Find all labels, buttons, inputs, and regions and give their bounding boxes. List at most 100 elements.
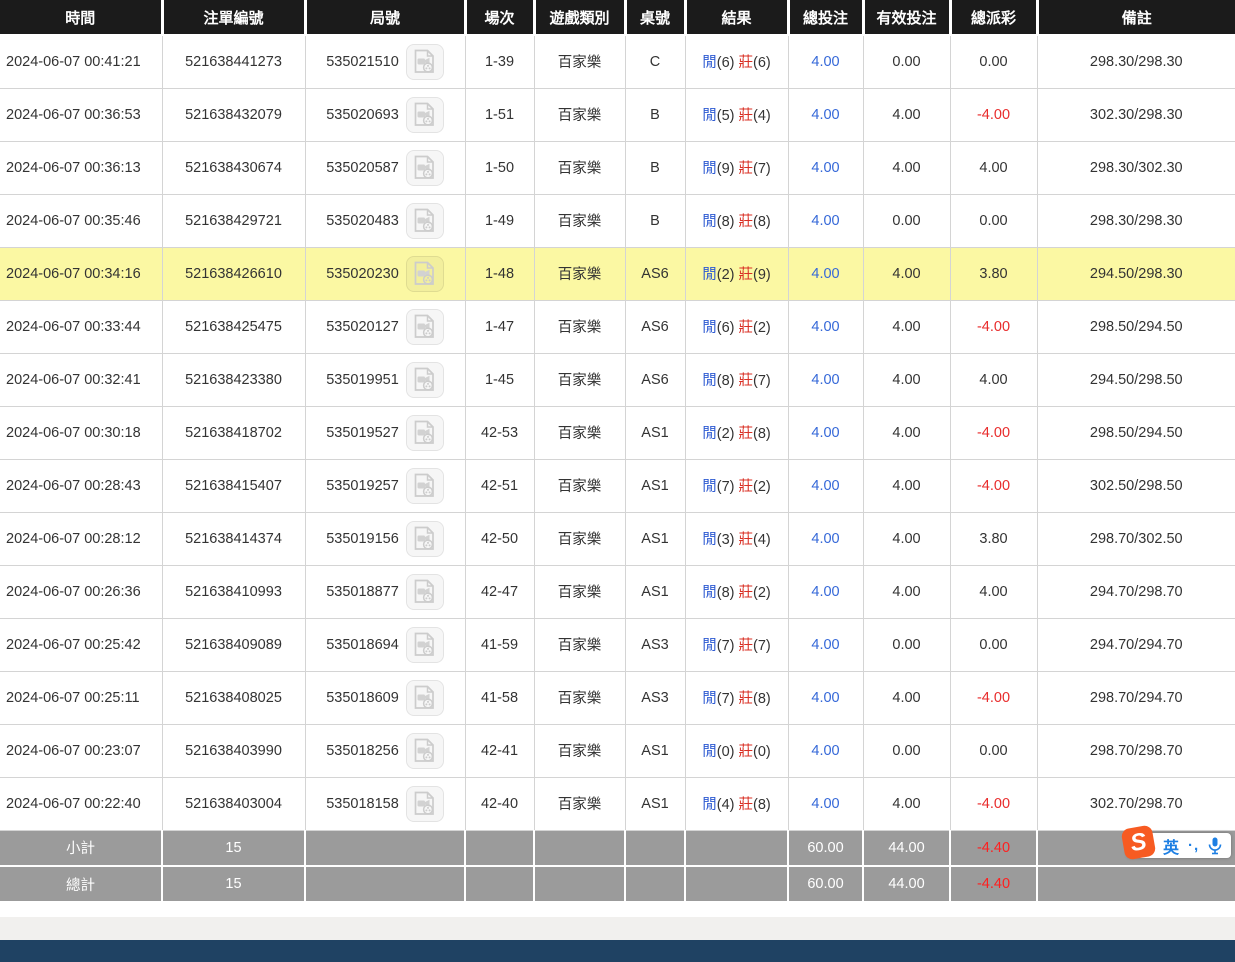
cell-table-no: AS3 bbox=[625, 671, 685, 724]
cell-order-no: 521638430674 bbox=[162, 141, 305, 194]
cell-session: 42-47 bbox=[465, 565, 534, 618]
cell-total-bet: 4.00 bbox=[788, 459, 863, 512]
cell-time: 2024-06-07 00:25:11 bbox=[0, 671, 162, 724]
cell-total-payout: 4.00 bbox=[950, 141, 1037, 194]
player-score: (7) bbox=[717, 638, 735, 654]
cell-result: 閒(5) 莊(4) bbox=[685, 88, 788, 141]
banker-score: (7) bbox=[753, 373, 771, 389]
total-bet-link[interactable]: 4.00 bbox=[811, 690, 839, 706]
player-score: (7) bbox=[717, 691, 735, 707]
cell-total-payout: 4.00 bbox=[950, 353, 1037, 406]
cell-game-type: 百家樂 bbox=[534, 565, 625, 618]
banker-score: (8) bbox=[753, 214, 771, 230]
total-bet-link[interactable]: 4.00 bbox=[811, 584, 839, 600]
banker-label: 莊 bbox=[739, 320, 754, 336]
total-bet-link[interactable]: 4.00 bbox=[811, 213, 839, 229]
banker-label: 莊 bbox=[739, 532, 754, 548]
video-replay-button[interactable] bbox=[406, 150, 444, 186]
microphone-icon[interactable] bbox=[1208, 837, 1222, 855]
cell-round-no: 535020693 bbox=[305, 88, 465, 141]
round-no-text: 535019527 bbox=[326, 425, 399, 441]
cell-game-type: 百家樂 bbox=[534, 724, 625, 777]
cell-table-no: B bbox=[625, 194, 685, 247]
round-no-wrap: 535018158 bbox=[306, 786, 465, 822]
video-replay-button[interactable] bbox=[406, 97, 444, 133]
cell-time: 2024-06-07 00:36:53 bbox=[0, 88, 162, 141]
cell-valid-bet: 4.00 bbox=[863, 141, 950, 194]
player-label: 閒 bbox=[702, 585, 717, 601]
cell-session: 1-39 bbox=[465, 35, 534, 88]
cell-remark: 302.50/298.50 bbox=[1037, 459, 1235, 512]
total-bet-link[interactable]: 4.00 bbox=[811, 54, 839, 70]
ime-punctuation-toggle[interactable]: ·, bbox=[1188, 837, 1199, 854]
video-replay-button[interactable] bbox=[406, 574, 444, 610]
cell-session: 1-47 bbox=[465, 300, 534, 353]
cell-time: 2024-06-07 00:35:46 bbox=[0, 194, 162, 247]
video-replay-button[interactable] bbox=[406, 362, 444, 398]
cell-game-type: 百家樂 bbox=[534, 88, 625, 141]
video-replay-button[interactable] bbox=[406, 203, 444, 239]
cell-table-no: AS1 bbox=[625, 724, 685, 777]
bet-row: 2024-06-07 00:35:46521638429721535020483… bbox=[0, 194, 1235, 247]
bet-row: 2024-06-07 00:23:07521638403990535018256… bbox=[0, 724, 1235, 777]
total-bet-link[interactable]: 4.00 bbox=[811, 107, 839, 123]
cell-valid-bet: 4.00 bbox=[863, 777, 950, 830]
ime-language-toggle[interactable]: 英 bbox=[1163, 834, 1179, 858]
cell-total-bet: 4.00 bbox=[788, 406, 863, 459]
cell-table-no: B bbox=[625, 88, 685, 141]
cell-total-bet: 4.00 bbox=[788, 565, 863, 618]
cell-order-no: 521638423380 bbox=[162, 353, 305, 406]
footer-total-payout: -4.40 bbox=[950, 830, 1037, 866]
cell-result: 閒(4) 莊(8) bbox=[685, 777, 788, 830]
player-label: 閒 bbox=[702, 691, 717, 707]
ime-toolbar[interactable]: S 英 ·, bbox=[1127, 833, 1231, 858]
cell-result: 閒(7) 莊(2) bbox=[685, 459, 788, 512]
footer-empty-round bbox=[305, 866, 465, 902]
total-bet-link[interactable]: 4.00 bbox=[811, 425, 839, 441]
total-bet-link[interactable]: 4.00 bbox=[811, 796, 839, 812]
cell-total-payout: 0.00 bbox=[950, 724, 1037, 777]
cell-result: 閒(8) 莊(7) bbox=[685, 353, 788, 406]
bet-row: 2024-06-07 00:32:41521638423380535019951… bbox=[0, 353, 1235, 406]
video-replay-button[interactable] bbox=[406, 309, 444, 345]
video-replay-button[interactable] bbox=[406, 44, 444, 80]
table-header-row: 時間注單編號局號場次遊戲類別桌號結果總投注有效投注總派彩備註 bbox=[0, 0, 1235, 35]
cell-total-payout: 3.80 bbox=[950, 247, 1037, 300]
video-replay-button[interactable] bbox=[406, 415, 444, 451]
video-replay-icon bbox=[413, 420, 436, 445]
video-replay-button[interactable] bbox=[406, 256, 444, 292]
video-replay-button[interactable] bbox=[406, 786, 444, 822]
video-replay-button[interactable] bbox=[406, 468, 444, 504]
sogou-logo-icon[interactable]: S bbox=[1121, 825, 1157, 861]
video-replay-button[interactable] bbox=[406, 521, 444, 557]
footer-empty-table-no bbox=[625, 830, 685, 866]
total-bet-link[interactable]: 4.00 bbox=[811, 478, 839, 494]
bet-row: 2024-06-07 00:30:18521638418702535019527… bbox=[0, 406, 1235, 459]
player-label: 閒 bbox=[702, 55, 717, 71]
bet-row: 2024-06-07 00:25:42521638409089535018694… bbox=[0, 618, 1235, 671]
total-bet-link[interactable]: 4.00 bbox=[811, 637, 839, 653]
banker-score: (2) bbox=[753, 585, 771, 601]
round-no-wrap: 535019527 bbox=[306, 415, 465, 451]
total-bet-link[interactable]: 4.00 bbox=[811, 531, 839, 547]
column-header-total_payout: 總派彩 bbox=[950, 0, 1037, 35]
round-no-wrap: 535018877 bbox=[306, 574, 465, 610]
video-replay-button[interactable] bbox=[406, 627, 444, 663]
cell-total-payout: 0.00 bbox=[950, 35, 1037, 88]
cell-total-payout: -4.00 bbox=[950, 459, 1037, 512]
total-bet-link[interactable]: 4.00 bbox=[811, 743, 839, 759]
total-bet-link[interactable]: 4.00 bbox=[811, 266, 839, 282]
player-score: (4) bbox=[717, 797, 735, 813]
total-bet-link[interactable]: 4.00 bbox=[811, 319, 839, 335]
cell-valid-bet: 4.00 bbox=[863, 512, 950, 565]
bet-row: 2024-06-07 00:36:53521638432079535020693… bbox=[0, 88, 1235, 141]
total-bet-link[interactable]: 4.00 bbox=[811, 160, 839, 176]
video-replay-button[interactable] bbox=[406, 733, 444, 769]
footer-empty-round bbox=[305, 830, 465, 866]
subtotal-row: 小計1560.0044.00-4.40 bbox=[0, 830, 1235, 866]
video-replay-icon bbox=[413, 208, 436, 233]
round-no-text: 535020127 bbox=[326, 319, 399, 335]
video-replay-button[interactable] bbox=[406, 680, 444, 716]
total-bet-link[interactable]: 4.00 bbox=[811, 372, 839, 388]
cell-result: 閒(8) 莊(2) bbox=[685, 565, 788, 618]
